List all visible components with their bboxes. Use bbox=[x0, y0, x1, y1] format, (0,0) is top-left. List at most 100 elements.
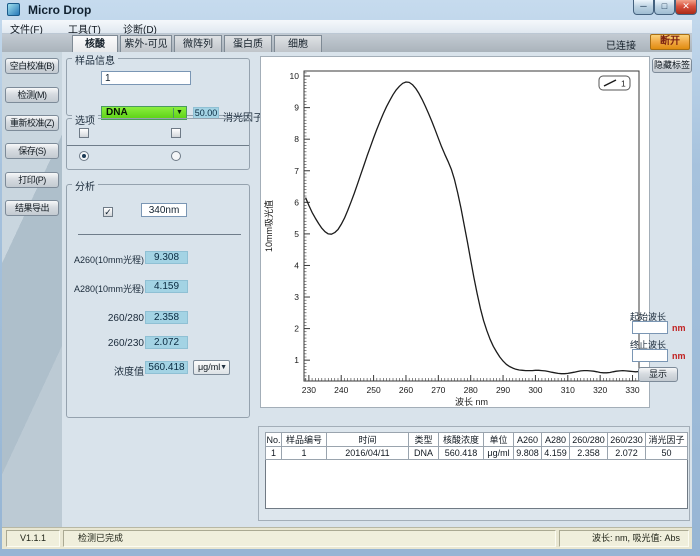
svg-text:8: 8 bbox=[294, 134, 299, 144]
end-wavelength-input[interactable] bbox=[632, 349, 668, 362]
table-cell: 560.418 bbox=[439, 447, 484, 460]
tab-nucleic-acid[interactable]: 核酸 bbox=[72, 35, 118, 52]
spectrum-chart: 2302402502602702802903003103203301234567… bbox=[261, 57, 649, 407]
table-header-cell: A280 bbox=[542, 433, 570, 447]
print-button[interactable]: 打印(P) bbox=[5, 172, 59, 188]
table-header-cell: 样品编号 bbox=[282, 433, 327, 447]
svg-text:250: 250 bbox=[366, 385, 380, 395]
table-cell: 2016/04/11 bbox=[327, 447, 409, 460]
table-header-cell: A260 bbox=[514, 433, 542, 447]
wavelength-checkbox[interactable]: ✓ bbox=[103, 207, 113, 217]
option-radio-1[interactable] bbox=[79, 151, 89, 161]
ratio-260-280-value: 2.358 bbox=[145, 311, 188, 324]
svg-text:2: 2 bbox=[294, 324, 299, 334]
table-header-cell: 核酸浓度 bbox=[439, 433, 484, 447]
chevron-down-icon: ▼ bbox=[220, 361, 227, 374]
option-checkbox-1[interactable] bbox=[79, 128, 89, 138]
table-header-cell: 260/230 bbox=[608, 433, 646, 447]
client-area: 文件(F) 工具(T) 诊断(D) 核酸 紫外-可见 微阵列 蛋白质 细胞 已连… bbox=[2, 20, 692, 549]
hide-labels-button[interactable]: 隐藏标签 bbox=[652, 58, 692, 73]
svg-text:6: 6 bbox=[294, 197, 299, 207]
svg-text:9: 9 bbox=[294, 103, 299, 113]
table-cell: 50 bbox=[646, 447, 688, 460]
a260-value: 9.308 bbox=[145, 251, 188, 264]
table-cell: 9.808 bbox=[514, 447, 542, 460]
connection-status: 已连接 bbox=[606, 37, 636, 52]
svg-text:10: 10 bbox=[290, 71, 300, 81]
a280-label: A280(10mm光程) bbox=[71, 282, 144, 295]
sidebar: 空白校准(B) 检测(M) 重新校准(Z) 保存(S) 打印(P) 结果导出 bbox=[2, 52, 62, 527]
analysis-divider bbox=[78, 234, 241, 235]
analysis-title: 分析 bbox=[72, 178, 98, 193]
start-nm-unit: nm bbox=[672, 323, 686, 333]
sample-id-input[interactable] bbox=[101, 71, 191, 85]
minimize-icon[interactable]: ─ bbox=[633, 0, 654, 15]
end-nm-unit: nm bbox=[672, 351, 686, 361]
table-cell: μg/ml bbox=[484, 447, 514, 460]
svg-text:310: 310 bbox=[561, 385, 575, 395]
ratio-260-230-value: 2.072 bbox=[145, 336, 188, 349]
start-wavelength-input[interactable] bbox=[632, 321, 668, 334]
svg-text:280: 280 bbox=[464, 385, 478, 395]
measure-button[interactable]: 检测(M) bbox=[5, 87, 59, 103]
a280-value: 4.159 bbox=[145, 280, 188, 293]
title-bar[interactable]: Micro Drop ─ □ ✕ bbox=[0, 0, 700, 20]
save-button[interactable]: 保存(S) bbox=[5, 143, 59, 159]
table-header-cell: 类型 bbox=[409, 433, 439, 447]
tab-uv-vis[interactable]: 紫外-可见 bbox=[120, 35, 172, 52]
status-bar: V1.1.1 检测已完成 波长: nm, 吸光值: Abs bbox=[2, 527, 692, 549]
sample-type-value: DNA bbox=[106, 107, 128, 118]
svg-text:290: 290 bbox=[496, 385, 510, 395]
maximize-icon[interactable]: □ bbox=[654, 0, 675, 15]
svg-text:240: 240 bbox=[334, 385, 348, 395]
table-cell: 2.358 bbox=[570, 447, 608, 460]
options-group: 选项 bbox=[66, 118, 250, 170]
table-header-cell: 消光因子 bbox=[646, 433, 688, 447]
options-divider bbox=[67, 145, 249, 146]
export-results-button[interactable]: 结果导出 bbox=[5, 200, 59, 216]
tab-protein[interactable]: 蛋白质 bbox=[224, 35, 272, 52]
table-header-cell: 单位 bbox=[484, 433, 514, 447]
results-table-header: No.样品编号时间类型核酸浓度单位A260A280260/280260/230消… bbox=[266, 433, 688, 447]
close-icon[interactable]: ✕ bbox=[675, 0, 697, 15]
svg-text:4: 4 bbox=[294, 260, 299, 270]
tab-strip: 核酸 紫外-可见 微阵列 蛋白质 细胞 已连接 断开 bbox=[2, 34, 692, 52]
table-cell: DNA bbox=[409, 447, 439, 460]
svg-text:5: 5 bbox=[294, 229, 299, 239]
chevron-down-icon: ▼ bbox=[173, 108, 185, 118]
chart-legend[interactable]: 1 bbox=[599, 76, 630, 90]
results-panel: No.样品编号时间类型核酸浓度单位A260A280260/280260/230消… bbox=[258, 426, 690, 521]
unit-select[interactable]: μg/ml ▼ bbox=[193, 360, 230, 375]
menu-bar: 文件(F) 工具(T) 诊断(D) bbox=[2, 20, 692, 34]
table-cell: 1 bbox=[282, 447, 327, 460]
option-radio-2[interactable] bbox=[171, 151, 181, 161]
svg-text:1: 1 bbox=[621, 79, 626, 89]
table-cell: 1 bbox=[266, 447, 282, 460]
svg-text:10mm吸光值: 10mm吸光值 bbox=[263, 200, 274, 252]
sample-info-title: 样品信息 bbox=[72, 52, 118, 67]
measure-info: 波长: nm, 吸光值: Abs bbox=[559, 530, 689, 547]
option-checkbox-2[interactable] bbox=[171, 128, 181, 138]
svg-text:320: 320 bbox=[593, 385, 607, 395]
chart-panel: 2302402502602702802903003103203301234567… bbox=[260, 56, 650, 408]
show-button[interactable]: 显示 bbox=[638, 367, 678, 382]
ratio-260-280-label: 260/280 bbox=[71, 313, 144, 324]
app-icon bbox=[7, 3, 20, 16]
table-header-cell: 260/280 bbox=[570, 433, 608, 447]
svg-text:230: 230 bbox=[302, 385, 316, 395]
version-label: V1.1.1 bbox=[6, 530, 60, 547]
blank-calibration-button[interactable]: 空白校准(B) bbox=[5, 58, 59, 74]
status-message: 检测已完成 bbox=[63, 530, 556, 547]
tab-microarray[interactable]: 微阵列 bbox=[174, 35, 222, 52]
svg-text:1: 1 bbox=[294, 355, 299, 365]
tab-cell[interactable]: 细胞 bbox=[274, 35, 322, 52]
table-header-cell: 时间 bbox=[327, 433, 409, 447]
table-row[interactable]: 112016/04/11DNA560.418μg/ml9.8084.1592.3… bbox=[266, 447, 688, 460]
recalibrate-button[interactable]: 重新校准(Z) bbox=[5, 115, 59, 131]
analysis-group: 分析 ✓ A260(10mm光程) 9.308 A280(10mm光程) 4.1… bbox=[66, 184, 250, 418]
table-header-cell: No. bbox=[266, 433, 282, 447]
wavelength-input[interactable] bbox=[141, 203, 187, 217]
disconnect-button[interactable]: 断开 bbox=[650, 34, 690, 50]
svg-text:270: 270 bbox=[431, 385, 445, 395]
sample-info-group: 样品信息 DNA ▼ 50.00 消光因子 bbox=[66, 58, 250, 116]
